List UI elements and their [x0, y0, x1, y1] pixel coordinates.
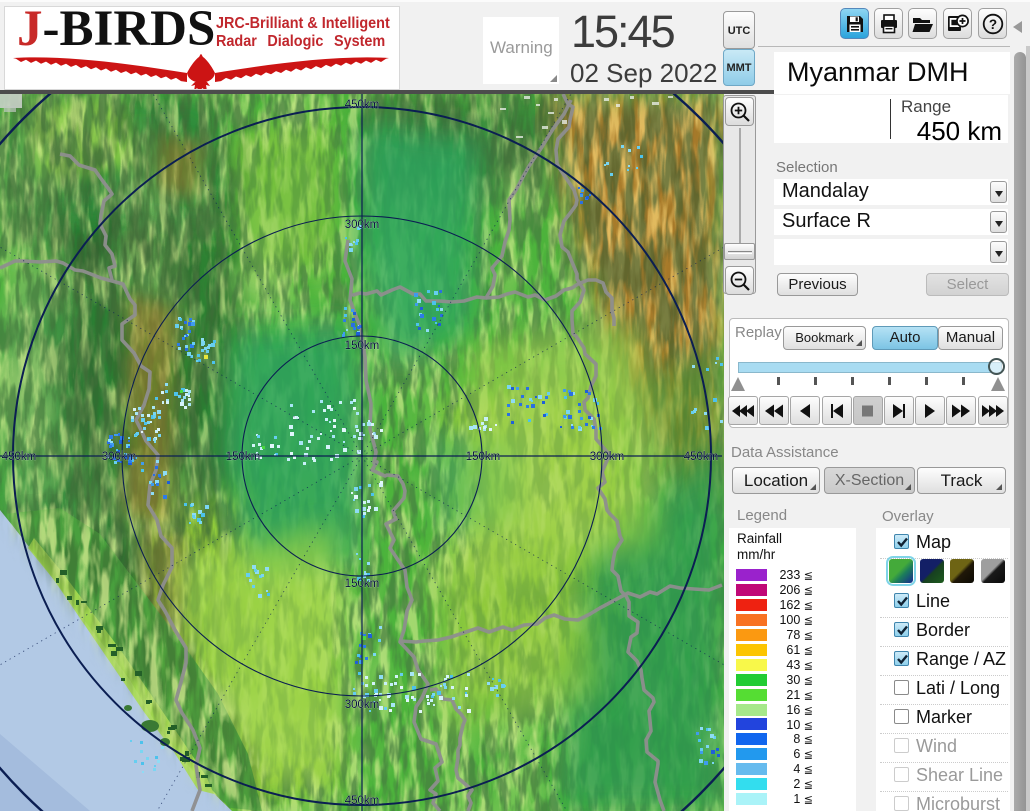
svg-text:450km: 450km: [684, 451, 719, 463]
svg-text:450km: 450km: [345, 795, 380, 807]
svg-text:150km: 150km: [345, 340, 380, 352]
svg-text:450km: 450km: [345, 99, 380, 111]
svg-text:150km: 150km: [345, 578, 380, 590]
svg-text:150km: 150km: [466, 451, 501, 463]
svg-text:300km: 300km: [102, 451, 137, 463]
svg-text:150km: 150km: [226, 451, 261, 463]
svg-text:?: ?: [988, 17, 996, 32]
svg-text:300km: 300km: [345, 219, 380, 231]
svg-text:300km: 300km: [590, 451, 625, 463]
svg-text:300km: 300km: [345, 699, 380, 711]
svg-text:450km: 450km: [2, 451, 37, 463]
